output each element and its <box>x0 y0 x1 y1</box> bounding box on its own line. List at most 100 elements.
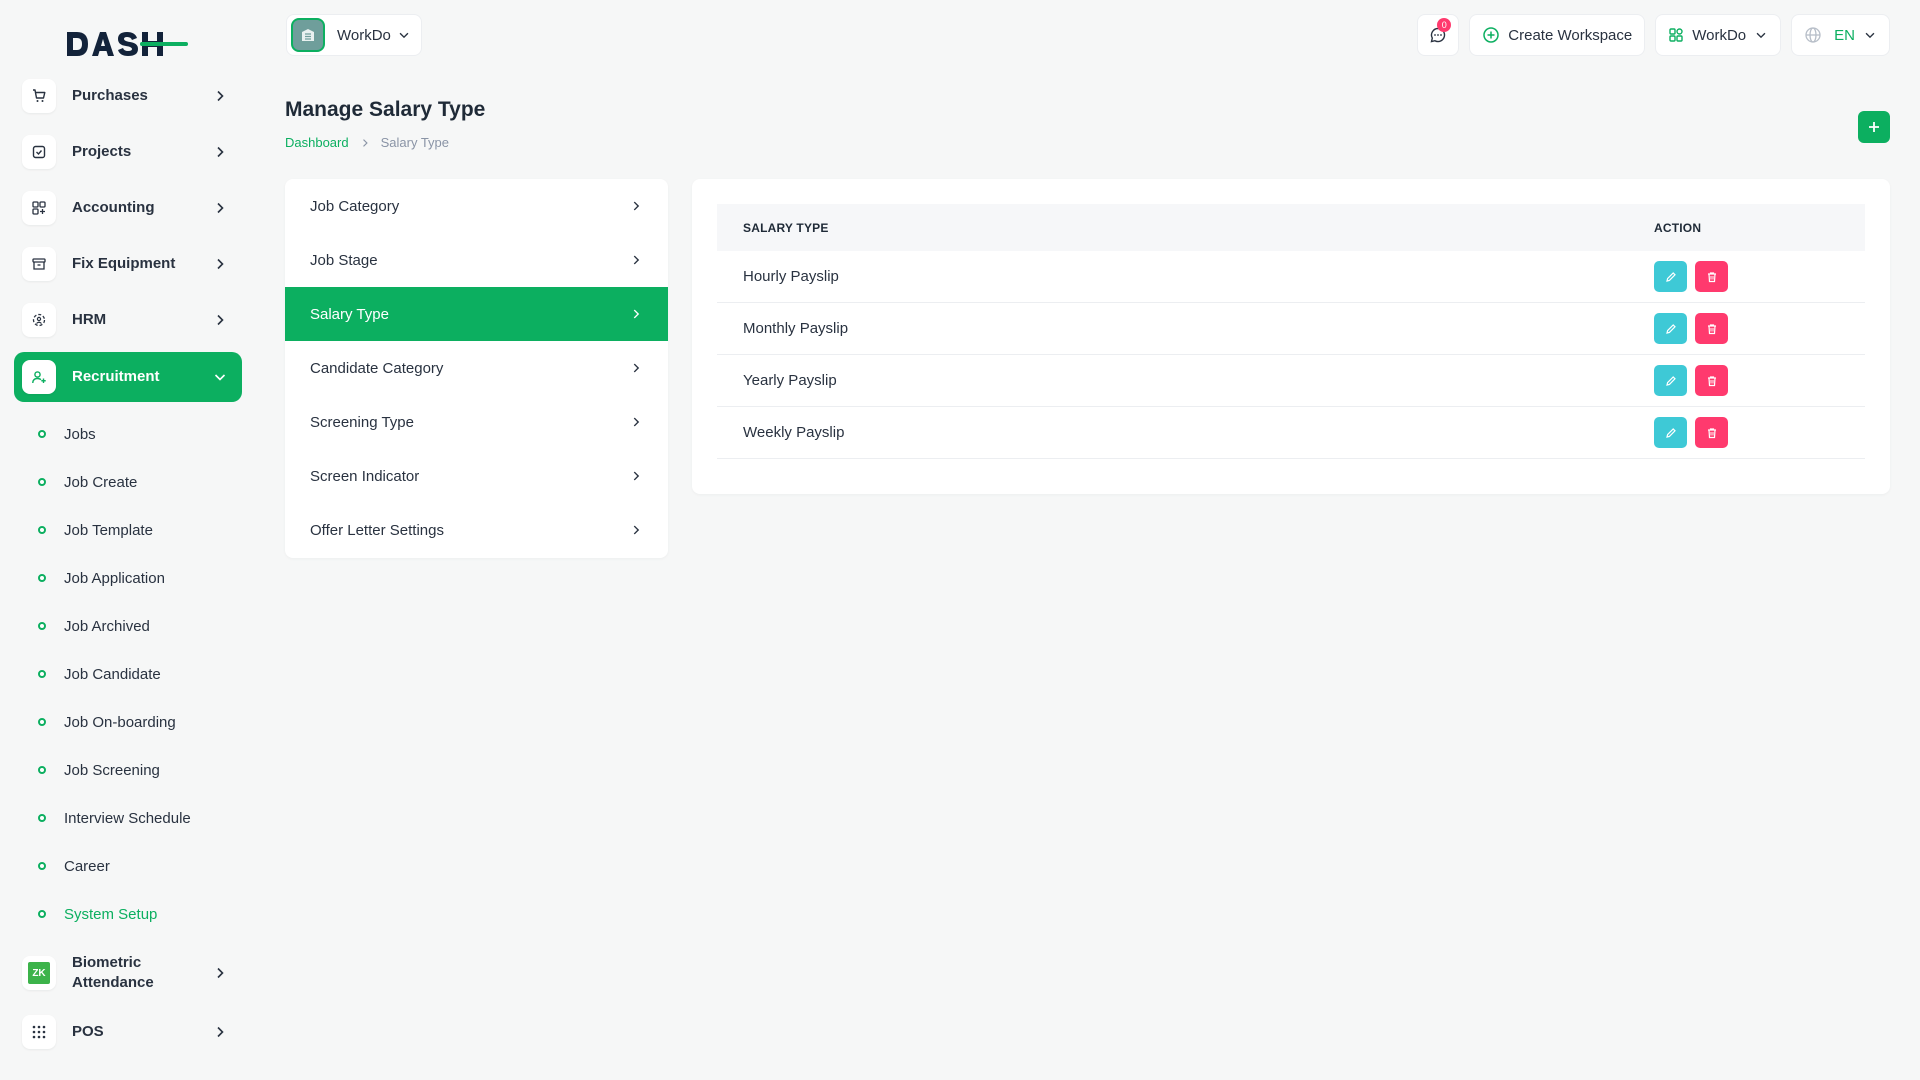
user-plus-icon <box>22 360 56 394</box>
menu-item-job-stage[interactable]: Job Stage <box>285 233 668 287</box>
subitem-label: Job On-boarding <box>64 713 176 731</box>
delete-button[interactable] <box>1695 313 1728 344</box>
subitem-label: System Setup <box>64 905 158 923</box>
sidebar-subitem-job-archived[interactable]: Job Archived <box>14 602 242 650</box>
subitem-label: Interview Schedule <box>64 809 191 827</box>
cart-icon <box>22 79 56 113</box>
plus-icon <box>1869 122 1879 132</box>
subitem-label: Career <box>64 857 110 875</box>
chevron-right-icon <box>362 138 368 147</box>
chevron-down-icon <box>1756 32 1766 39</box>
create-workspace-button[interactable]: Create Workspace <box>1469 14 1646 56</box>
breadcrumb: Dashboard Salary Type <box>285 135 449 150</box>
sidebar-subitem-job-application[interactable]: Job Application <box>14 554 242 602</box>
menu-item-offer-letter-settings[interactable]: Offer Letter Settings <box>285 503 668 557</box>
sidebar-item-accounting[interactable]: Accounting <box>14 184 242 232</box>
trash-icon <box>1707 427 1716 438</box>
sidebar-item-recruitment[interactable]: Recruitment <box>14 352 242 402</box>
sidebar-subitem-system-setup[interactable]: System Setup <box>14 890 242 938</box>
sidebar-subitem-interview-schedule[interactable]: Interview Schedule <box>14 794 242 842</box>
column-header-action: ACTION <box>1654 220 1702 235</box>
sidebar-item-label: Accounting <box>72 199 155 216</box>
subitem-label: Job Archived <box>64 617 150 635</box>
sidebar-item-purchases[interactable]: Purchases <box>14 72 242 120</box>
pencil-icon <box>1665 323 1676 334</box>
workspace-select[interactable]: WorkDo <box>286 14 422 56</box>
subitem-label: Job Create <box>64 473 138 491</box>
menu-item-screen-indicator[interactable]: Screen Indicator <box>285 449 668 503</box>
menu-item-label: Candidate Category <box>310 359 444 377</box>
sidebar-item-label: Biometric Attendance <box>72 954 154 991</box>
zk-badge: ZK <box>28 962 50 984</box>
pencil-icon <box>1665 375 1676 386</box>
apps-icon <box>1669 28 1683 42</box>
chevron-right-icon <box>217 90 224 102</box>
edit-button[interactable] <box>1654 365 1687 396</box>
sidebar-item-hrm[interactable]: HRM <box>14 296 242 344</box>
bullet-icon <box>38 814 46 822</box>
sidebar-subitem-job-template[interactable]: Job Template <box>14 506 242 554</box>
sidebar-subitem-job-candidate[interactable]: Job Candidate <box>14 650 242 698</box>
salary-type-table: SALARY TYPE ACTION Hourly Payslip Monthl… <box>717 204 1865 459</box>
chevron-right-icon <box>633 363 640 373</box>
menu-item-job-category[interactable]: Job Category <box>285 179 668 233</box>
bullet-icon <box>38 430 46 438</box>
edit-button[interactable] <box>1654 417 1687 448</box>
sidebar-item-biometric-attendance[interactable]: ZK Biometric Attendance <box>14 946 242 1000</box>
page-title: Manage Salary Type <box>285 98 486 121</box>
delete-button[interactable] <box>1695 365 1728 396</box>
bullet-icon <box>38 622 46 630</box>
sidebar: Purchases Projects Accounting Fix Equipm… <box>0 0 256 1080</box>
pencil-icon <box>1665 271 1676 282</box>
edit-button[interactable] <box>1654 261 1687 292</box>
table-row: Monthly Payslip <box>717 303 1865 355</box>
sidebar-subitem-jobs[interactable]: Jobs <box>14 410 242 458</box>
salary-type-name: Weekly Payslip <box>743 424 845 441</box>
sidebar-subitem-job-screening[interactable]: Job Screening <box>14 746 242 794</box>
language-select[interactable]: EN <box>1791 14 1890 56</box>
table-row: Hourly Payslip <box>717 251 1865 303</box>
chevron-right-icon <box>633 201 640 211</box>
sidebar-subitem-career[interactable]: Career <box>14 842 242 890</box>
company-select[interactable]: WorkDo <box>1655 14 1782 56</box>
language-code: EN <box>1834 26 1855 44</box>
setup-menu: Job Category Job Stage Salary Type Candi… <box>285 179 668 558</box>
edit-button[interactable] <box>1654 313 1687 344</box>
menu-item-label: Offer Letter Settings <box>310 521 444 539</box>
sidebar-item-label: Recruitment <box>72 368 160 385</box>
sidebar-subitem-job-create[interactable]: Job Create <box>14 458 242 506</box>
menu-item-screening-type[interactable]: Screening Type <box>285 395 668 449</box>
bullet-icon <box>38 862 46 870</box>
bullet-icon <box>38 526 46 534</box>
sidebar-subitem-job-onboarding[interactable]: Job On-boarding <box>14 698 242 746</box>
sidebar-item-label: Fix Equipment <box>72 255 176 272</box>
messages-count-badge: 0 <box>1437 18 1452 32</box>
row-actions <box>1654 365 1865 396</box>
dots-grid-icon <box>22 1015 56 1049</box>
menu-item-label: Salary Type <box>310 305 389 323</box>
subitem-label: Job Template <box>64 521 153 539</box>
messages-button[interactable]: 0 <box>1417 14 1460 56</box>
add-salary-type-button[interactable] <box>1858 111 1890 143</box>
menu-item-label: Screen Indicator <box>310 467 420 485</box>
dash-logo[interactable] <box>64 28 190 60</box>
breadcrumb-dashboard-link[interactable]: Dashboard <box>285 135 349 150</box>
delete-button[interactable] <box>1695 417 1728 448</box>
sidebar-item-pos[interactable]: POS <box>14 1008 242 1056</box>
sidebar-item-fix-equipment[interactable]: Fix Equipment <box>14 240 242 288</box>
delete-button[interactable] <box>1695 261 1728 292</box>
sidebar-item-projects[interactable]: Projects <box>14 128 242 176</box>
menu-item-salary-type[interactable]: Salary Type <box>285 287 668 341</box>
bullet-icon <box>38 574 46 582</box>
row-actions <box>1654 261 1865 292</box>
chevron-right-icon <box>633 525 640 535</box>
sidebar-item-label: HRM <box>72 311 107 328</box>
chevron-down-icon <box>399 32 409 39</box>
chevron-right-icon <box>217 258 224 270</box>
row-actions <box>1654 313 1865 344</box>
chevron-down-icon <box>1865 32 1875 39</box>
menu-item-candidate-category[interactable]: Candidate Category <box>285 341 668 395</box>
bullet-icon <box>38 670 46 678</box>
breadcrumb-current: Salary Type <box>380 135 450 150</box>
archive-icon <box>22 247 56 281</box>
